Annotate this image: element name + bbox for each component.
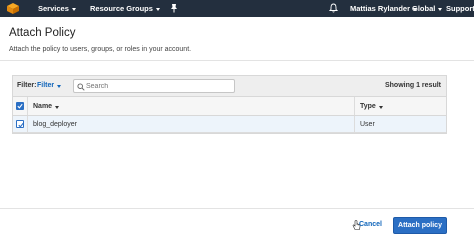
filter-label: Filter:: [17, 82, 37, 89]
sort-caret-icon: [378, 105, 383, 109]
table-header: Name Type: [13, 97, 446, 116]
filter-dropdown[interactable]: Filter: [37, 82, 62, 89]
search-input[interactable]: [86, 81, 231, 91]
attach-policy-button[interactable]: Attach policy: [393, 217, 447, 234]
dialog-subtitle: Attach the policy to users, groups, or r…: [9, 46, 192, 53]
row-check-cell: [13, 116, 28, 132]
account-menu[interactable]: Mattias Rylander: [350, 4, 418, 13]
column-header-name[interactable]: Name: [28, 97, 355, 115]
search-icon: [77, 83, 85, 91]
checkmark-icon: [17, 103, 23, 109]
checkmark-icon: [18, 122, 24, 128]
row-checkbox[interactable]: [16, 120, 24, 128]
support-menu[interactable]: Support: [446, 4, 474, 13]
entity-type: User: [360, 121, 375, 128]
result-count: Showing 1 result: [384, 82, 441, 89]
filter-bar: Filter: Filter Showing 1 result: [12, 75, 447, 96]
dialog-title: Attach Policy: [9, 27, 76, 39]
chevron-down-icon: [438, 7, 443, 11]
column-header-type[interactable]: Type: [355, 97, 446, 115]
column-header-name-label: Name: [33, 103, 53, 110]
row-name-cell: blog_deployer: [28, 116, 355, 132]
services-label: Services: [38, 4, 69, 13]
region-label: Global: [412, 4, 436, 13]
chevron-down-icon: [155, 7, 160, 11]
column-header-type-wrap: Type: [360, 103, 383, 110]
divider: [0, 60, 474, 61]
cancel-button[interactable]: Cancel: [359, 221, 382, 228]
resource-groups-label: Resource Groups: [90, 4, 153, 13]
bell-icon[interactable]: [329, 3, 338, 13]
support-label: Support: [446, 4, 474, 13]
select-all-checkbox[interactable]: [16, 102, 24, 110]
chevron-down-icon: [71, 7, 76, 11]
pushpin-icon[interactable]: [170, 3, 178, 13]
search-box[interactable]: [73, 79, 235, 93]
resource-groups-menu[interactable]: Resource Groups: [90, 4, 160, 13]
table-row[interactable]: blog_deployer User: [13, 116, 446, 133]
divider: [0, 208, 474, 209]
column-header-type-label: Type: [360, 103, 376, 110]
aws-cube-icon[interactable]: [4, 2, 22, 15]
entities-table: Name Type blog_deployer User: [12, 96, 447, 134]
row-type-cell: User: [355, 116, 446, 132]
entity-name: blog_deployer: [33, 121, 77, 128]
sort-caret-icon: [55, 105, 60, 109]
chevron-down-icon: [57, 84, 62, 88]
account-name: Mattias Rylander: [350, 4, 411, 13]
column-header-name-wrap: Name: [33, 103, 60, 110]
header-check-cell: [13, 97, 28, 115]
services-menu[interactable]: Services: [38, 4, 76, 13]
top-nav: Services Resource Groups Mattias Rylande…: [0, 0, 474, 17]
filter-dropdown-label: Filter: [37, 82, 55, 89]
region-menu[interactable]: Global: [412, 4, 443, 13]
